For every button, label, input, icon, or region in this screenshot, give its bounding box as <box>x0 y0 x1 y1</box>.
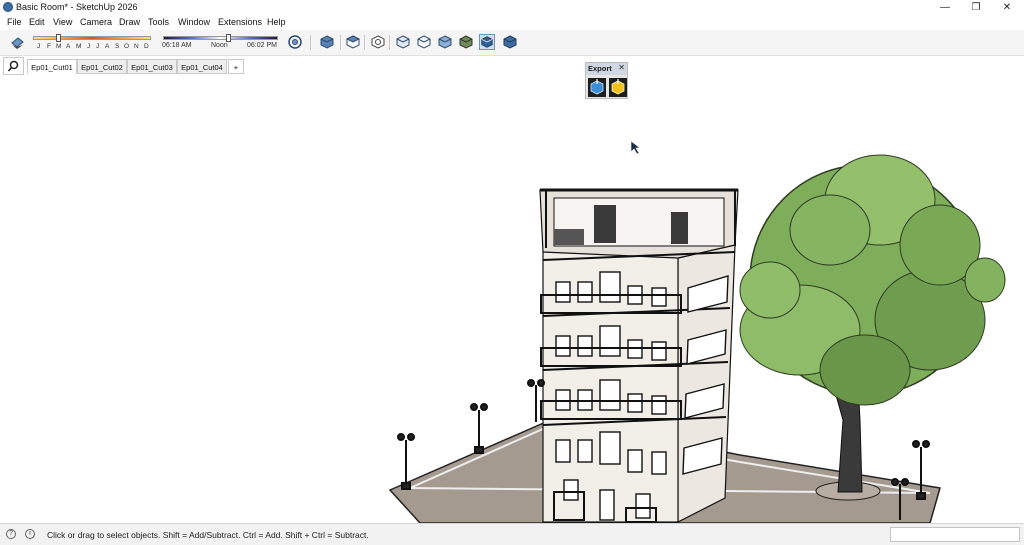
toolbar-separator <box>389 35 390 50</box>
window-title: Basic Room* - SketchUp 2026 <box>16 2 138 12</box>
month-label: A <box>66 43 71 50</box>
monochrome-style-icon[interactable] <box>502 34 518 50</box>
camera-settings-icon[interactable] <box>287 34 303 50</box>
time-slider-track <box>163 36 278 40</box>
restore-button[interactable]: ❐ <box>961 0 991 15</box>
xray-style-icon[interactable] <box>395 34 411 50</box>
menu-window[interactable]: Window <box>178 17 210 27</box>
time-slider[interactable] <box>163 34 278 42</box>
menu-draw[interactable]: Draw <box>119 17 140 27</box>
month-label: S <box>115 43 120 50</box>
menu-view[interactable]: View <box>53 17 72 27</box>
tree-canopy <box>739 154 1006 406</box>
shadow-toggle-icon[interactable] <box>9 34 25 50</box>
time-noon-label: Noon <box>211 42 228 49</box>
scene-tab[interactable]: Ep01_Cut02 <box>77 59 127 74</box>
month-label: M <box>56 43 62 50</box>
menu-edit[interactable]: Edit <box>29 17 45 27</box>
component-icon[interactable] <box>370 34 386 50</box>
time-end-label: 06:02 PM <box>247 42 277 49</box>
month-label: J <box>37 43 41 50</box>
date-slider[interactable] <box>33 34 151 42</box>
month-label: O <box>124 43 130 50</box>
toolbar-separator <box>310 35 311 50</box>
month-label: N <box>134 43 139 50</box>
geo-location-icon[interactable]: ? <box>6 529 16 539</box>
menu-extensions[interactable]: Extensions <box>218 17 262 27</box>
shaded-style-icon[interactable] <box>458 34 474 50</box>
toolbar-separator <box>340 35 341 50</box>
month-label: F <box>47 43 51 50</box>
month-label: D <box>144 43 149 50</box>
top-view-icon[interactable] <box>345 34 361 50</box>
rooftop-door <box>671 212 688 244</box>
menu-bar: File Edit View Camera Draw Tools Window … <box>0 15 1024 30</box>
export-toolbar[interactable]: Export ✕ <box>585 62 628 99</box>
search-icon <box>7 60 19 72</box>
month-label: J <box>87 43 91 50</box>
time-slider-handle[interactable] <box>226 34 232 42</box>
month-label: M <box>76 43 82 50</box>
close-button[interactable]: ✕ <box>992 0 1022 15</box>
title-bar: Basic Room* - SketchUp 2026 — ❐ ✕ <box>0 0 1024 15</box>
scene-tab-bar: Ep01_Cut01 Ep01_Cut02 Ep01_Cut03 Ep01_Cu… <box>0 56 1024 76</box>
menu-file[interactable]: File <box>7 17 22 27</box>
date-slider-handle[interactable] <box>56 34 62 42</box>
info-icon[interactable]: i <box>25 529 35 539</box>
toolbar: J F M A M J J A S O N D 06:18 AM Noon 06… <box>0 30 1024 56</box>
export-toolbar-header[interactable]: Export ✕ <box>586 63 627 75</box>
scene-render <box>388 140 1006 523</box>
export-image-icon[interactable] <box>609 78 627 97</box>
wireframe-style-icon[interactable] <box>416 34 432 50</box>
status-bar: ? i Click or drag to select objects. Shi… <box>0 523 1024 545</box>
scene-tab[interactable]: Ep01_Cut03 <box>127 59 177 74</box>
date-slider-track <box>33 36 151 40</box>
iso-view-icon[interactable] <box>319 34 335 50</box>
month-label: A <box>105 43 110 50</box>
textured-style-icon[interactable] <box>479 34 495 50</box>
scene-tab[interactable]: Ep01_Cut01 <box>27 59 77 74</box>
status-message: Click or drag to select objects. Shift =… <box>47 530 369 540</box>
measurements-box[interactable] <box>890 527 1020 542</box>
menu-camera[interactable]: Camera <box>80 17 112 27</box>
month-label: J <box>96 43 100 50</box>
menu-help[interactable]: Help <box>267 17 286 27</box>
menu-tools[interactable]: Tools <box>148 17 169 27</box>
toolbar-separator <box>364 35 365 50</box>
model-viewport[interactable] <box>0 76 1024 523</box>
export-model-icon[interactable] <box>588 78 606 97</box>
minimize-button[interactable]: — <box>930 0 960 15</box>
hidden-line-style-icon[interactable] <box>437 34 453 50</box>
time-start-label: 06:18 AM <box>162 42 192 49</box>
add-scene-button[interactable]: + <box>228 59 244 74</box>
export-toolbar-title: Export <box>588 64 612 73</box>
export-close-button[interactable]: ✕ <box>618 63 625 72</box>
scene-search-button[interactable] <box>3 57 24 75</box>
mouse-cursor-icon <box>630 140 641 155</box>
scene-tab[interactable]: Ep01_Cut04 <box>177 59 227 74</box>
rooftop-bed <box>554 229 584 245</box>
rooftop-wardrobe <box>594 205 616 243</box>
sketchup-logo-icon <box>3 2 13 12</box>
